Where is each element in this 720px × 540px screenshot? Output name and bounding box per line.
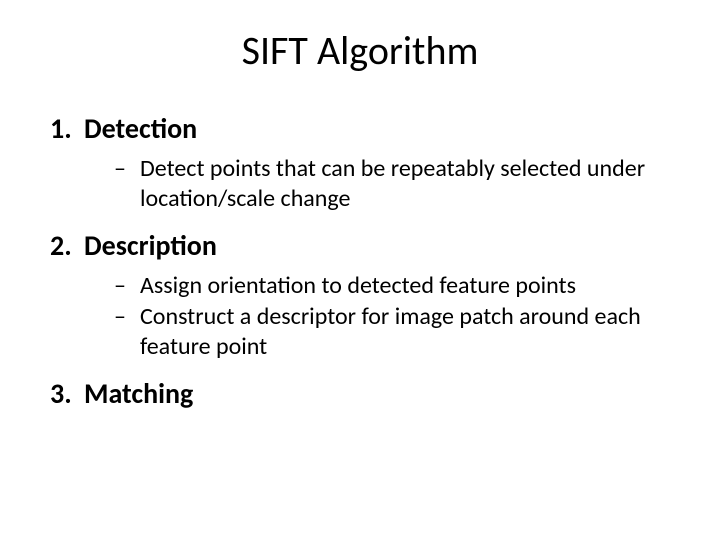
sub-item: Construct a descriptor for image patch a… bbox=[114, 302, 682, 362]
slide-body: Detection Detect points that can be repe… bbox=[38, 111, 682, 411]
sub-item: Detect points that can be repeatably sel… bbox=[114, 154, 682, 214]
slide-title: SIFT Algorithm bbox=[38, 26, 682, 75]
item-label: Description bbox=[84, 228, 217, 263]
sublist: Detect points that can be repeatably sel… bbox=[84, 154, 682, 214]
slide: SIFT Algorithm Detection Detect points t… bbox=[0, 0, 720, 540]
sub-item: Assign orientation to detected feature p… bbox=[114, 271, 682, 301]
item-label: Matching bbox=[84, 376, 193, 411]
sublist: Assign orientation to detected feature p… bbox=[84, 271, 682, 362]
list-item: Detection Detect points that can be repe… bbox=[78, 111, 682, 214]
outline-list: Detection Detect points that can be repe… bbox=[38, 111, 682, 411]
item-label: Detection bbox=[84, 111, 197, 146]
list-item: Matching bbox=[78, 376, 682, 411]
list-item: Description Assign orientation to detect… bbox=[78, 228, 682, 362]
